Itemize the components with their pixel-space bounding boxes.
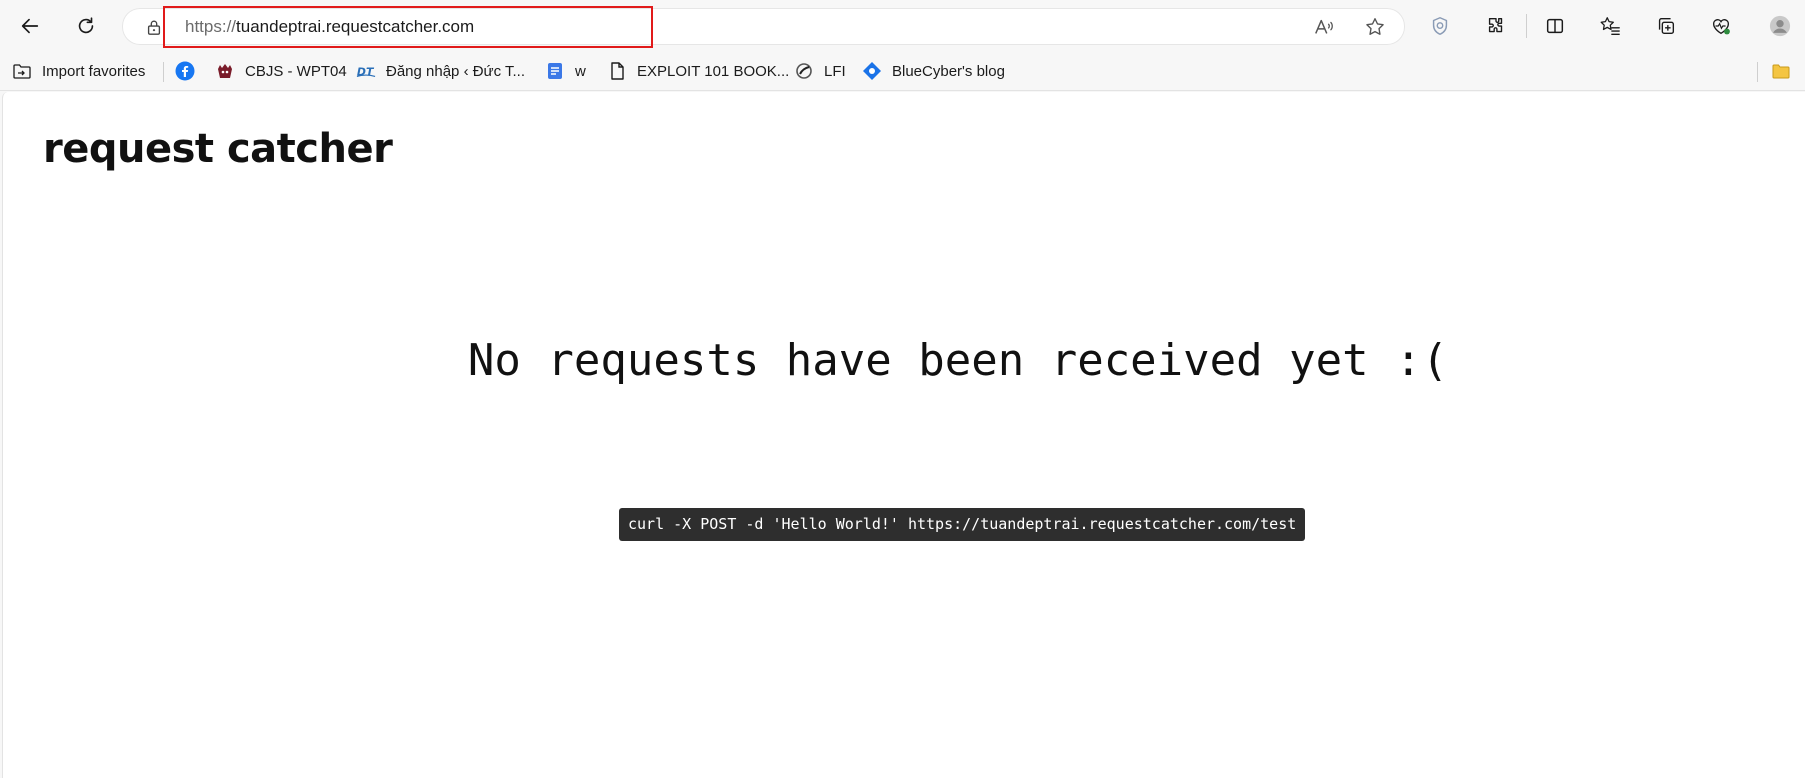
favorites-divider [163,62,164,82]
refresh-button[interactable] [68,8,104,44]
extensions-button[interactable] [1478,8,1514,44]
bluecyber-icon [862,61,882,81]
curl-example-wrapper: curl -X POST -d 'Hello World!' https://t… [619,508,1306,541]
collections-icon [1658,17,1675,35]
page-title: request catcher [43,126,393,172]
favorite-label: BlueCyber's blog [892,62,1005,80]
tracking-shield-icon [1432,17,1448,35]
toolbar-divider [1526,14,1527,38]
favorite-label: EXPLOIT 101 BOOK... [637,62,790,80]
tracking-prevention-button[interactable] [1422,8,1458,44]
docs-icon [545,61,565,81]
browser-essentials-icon [1712,19,1730,35]
favorite-label: CBJS - WPT04 [245,62,347,80]
lfi-logo-icon [794,61,814,81]
extensions-icon [1488,17,1503,33]
page-content: request catcher No requests have been re… [2,92,1805,778]
favorite-other-folder[interactable] [1771,59,1791,83]
read-aloud-icon[interactable] [1312,15,1336,39]
favorite-star-icon[interactable] [1363,15,1387,39]
favorite-dang-nhap[interactable]: DT Đăng nhập ‹ Đức T... [356,59,525,83]
favorite-label: LFI [824,62,846,80]
favorite-cbjs[interactable]: CBJS - WPT04 [215,59,347,83]
back-button[interactable] [12,8,48,44]
favorite-exploit-101[interactable]: EXPLOIT 101 BOOK... [607,59,789,83]
browser-essentials-button[interactable] [1703,8,1739,44]
favorite-label: w [575,62,586,80]
facebook-icon [175,61,195,81]
url-scheme: https:// [185,17,237,36]
split-screen-button[interactable] [1537,8,1573,44]
profile-button[interactable] [1762,8,1798,44]
favorite-bluecyber-blog[interactable]: BlueCyber's blog [862,59,1005,83]
svg-text:DT: DT [357,66,375,79]
cbjs-logo-icon [215,61,235,81]
favorites-bar: Import favorites CBJS - WPT04 DT Đăng nh… [0,50,1805,91]
favorite-w[interactable]: w [545,59,586,83]
page-icon [607,61,627,81]
favorites-divider [1757,62,1758,82]
favorite-facebook[interactable] [175,59,195,83]
back-icon [21,18,39,34]
import-folder-icon [12,61,32,81]
profile-avatar-icon [1769,15,1791,37]
browser-window: https://tuandeptrai.requestcatcher.com I… [0,0,1805,778]
url-host: tuandeptrai.requestcatcher.com [236,17,475,36]
favorites-icon [1600,17,1620,35]
favorite-label: Đăng nhập ‹ Đức T... [386,62,525,80]
favorite-label: Import favorites [42,62,146,80]
address-bar[interactable]: https://tuandeptrai.requestcatcher.com [122,6,1405,48]
browser-toolbar: https://tuandeptrai.requestcatcher.com [0,0,1805,50]
folder-icon [1771,61,1791,81]
dt-logo-icon: DT [356,61,376,81]
url-highlight-box[interactable]: https://tuandeptrai.requestcatcher.com [163,6,653,48]
favorite-lfi[interactable]: LFI [794,59,846,83]
curl-example-code: curl -X POST -d 'Hello World!' https://t… [619,508,1306,541]
refresh-icon [78,17,94,34]
favorite-import-favorites[interactable]: Import favorites [12,59,145,83]
collections-button[interactable] [1648,8,1684,44]
empty-requests-message: No requests have been received yet :( [467,335,1449,386]
split-screen-icon [1546,18,1564,34]
favorites-button[interactable] [1592,8,1628,44]
lock-icon[interactable] [144,17,164,37]
